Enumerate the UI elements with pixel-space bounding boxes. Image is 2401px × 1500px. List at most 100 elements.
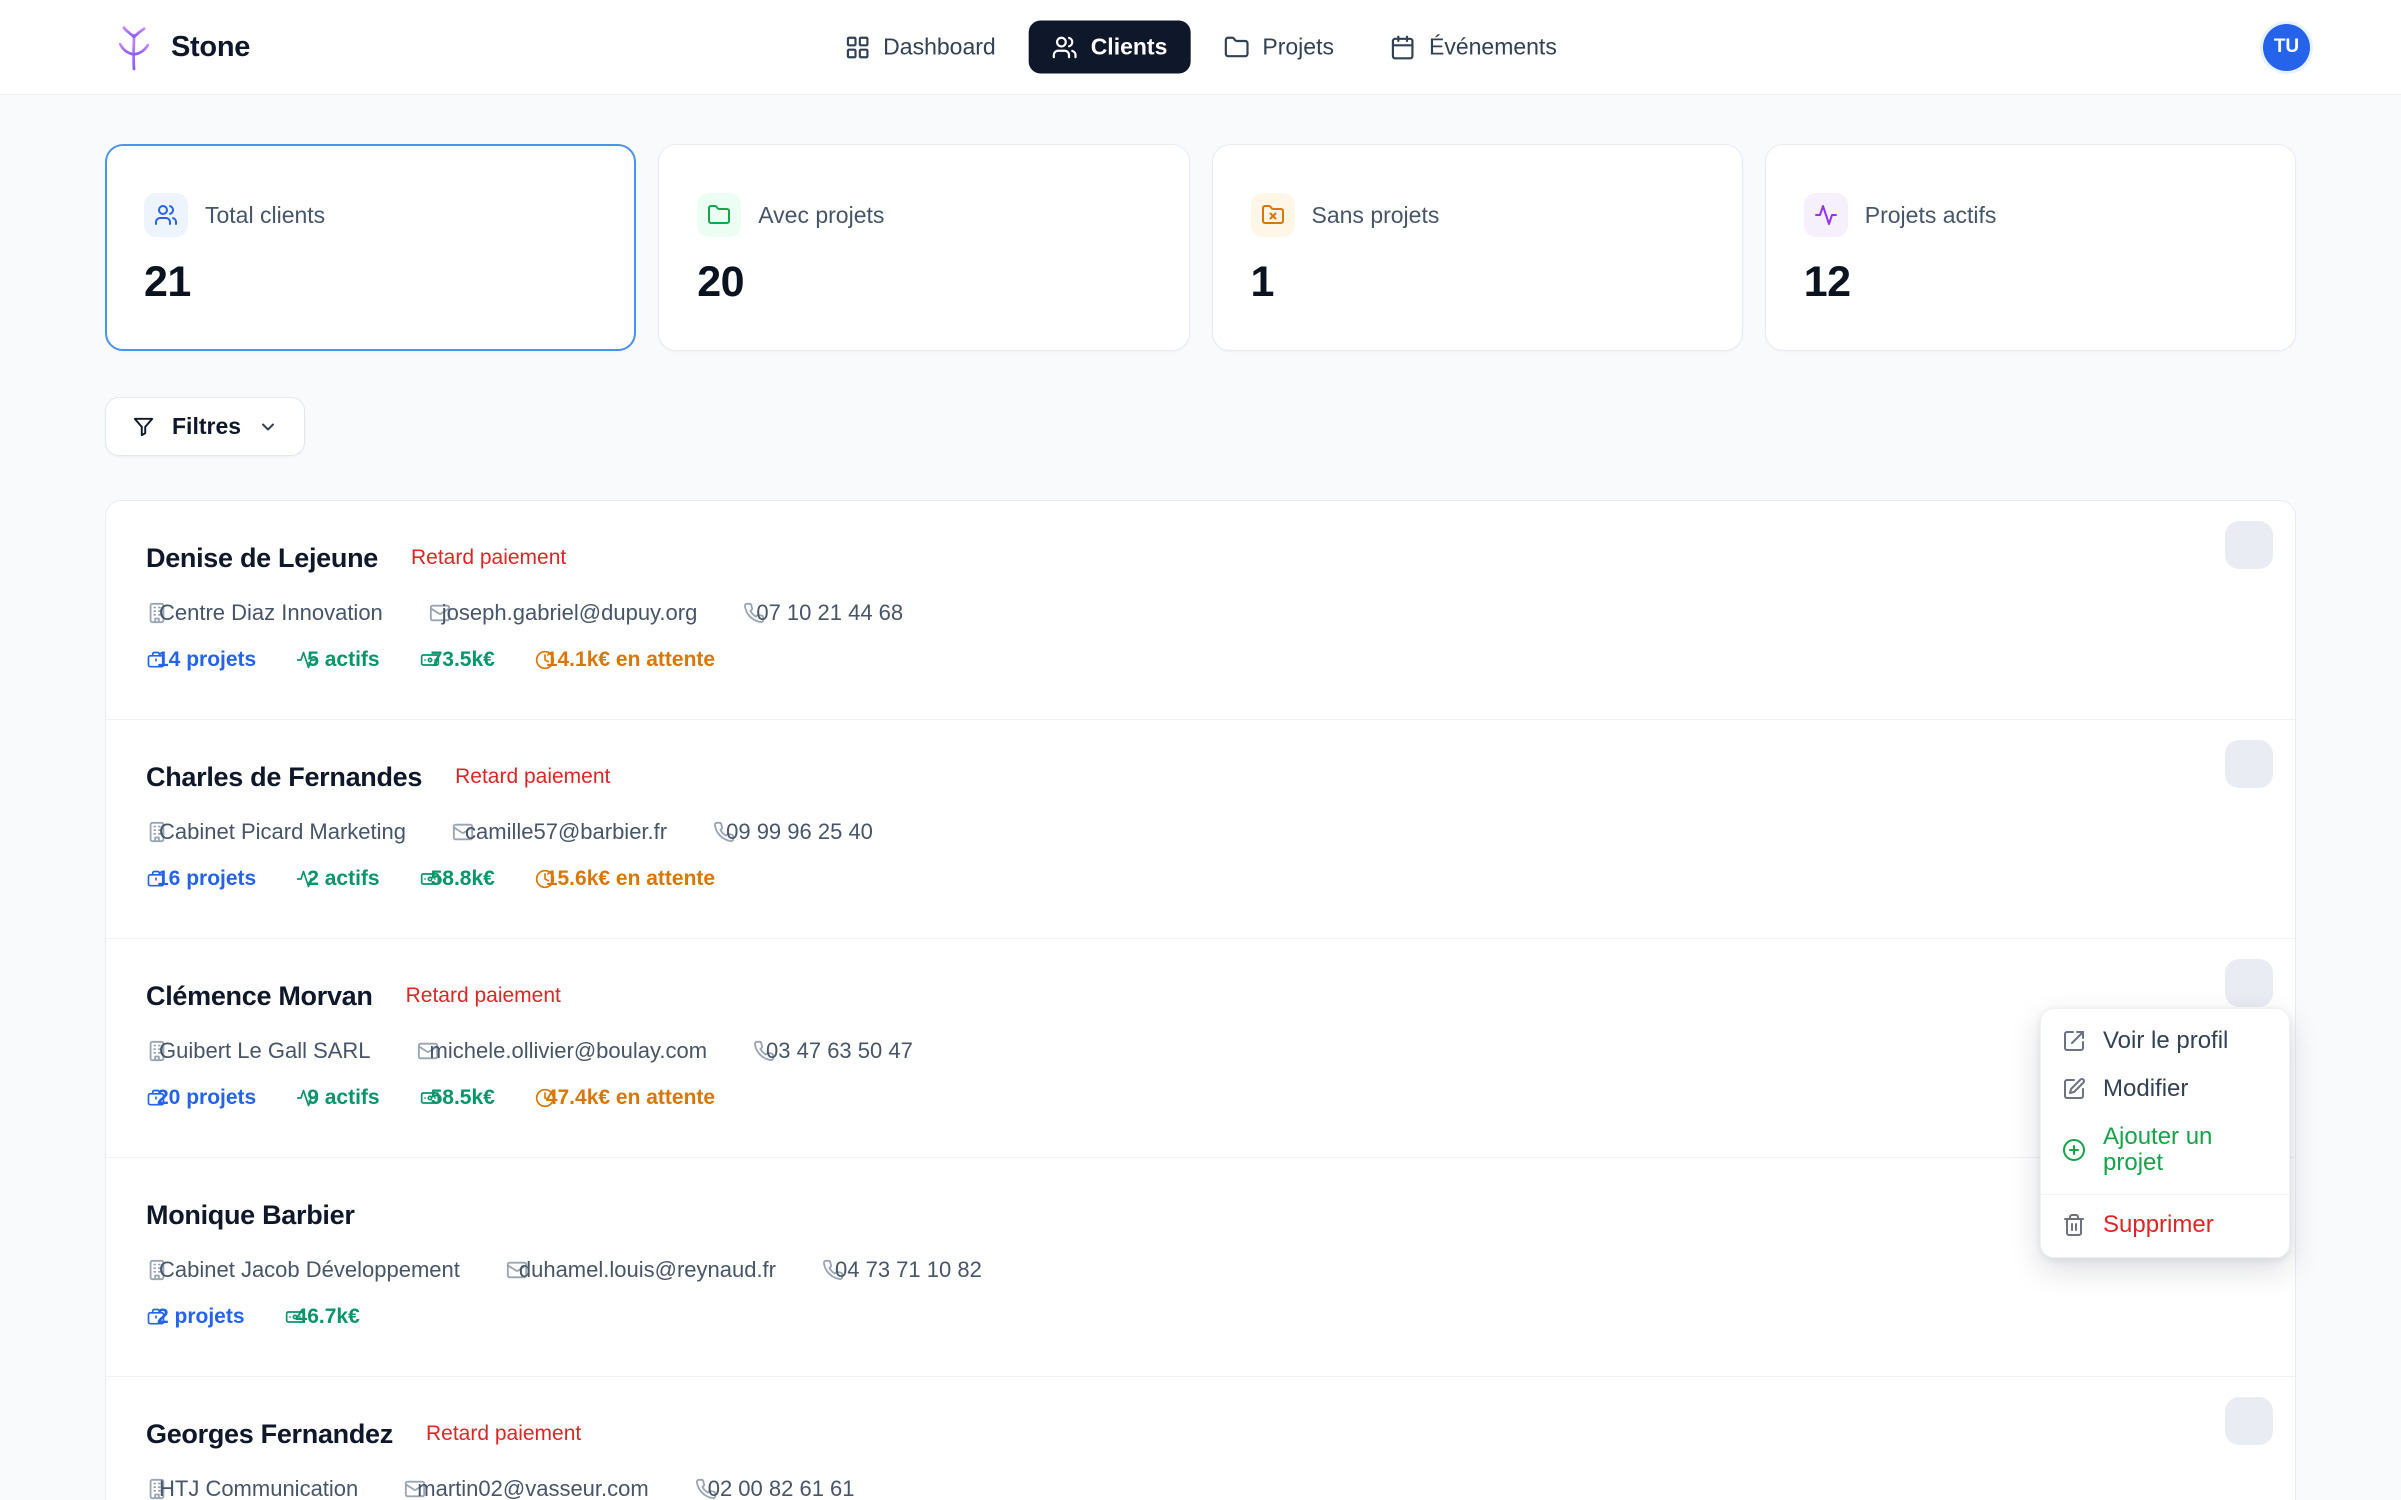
chevron-down-icon bbox=[258, 417, 278, 437]
client-phone: 07 10 21 44 68 bbox=[743, 599, 903, 627]
stats-row: Total clients 21 Avec projets 20 Sans pr… bbox=[105, 144, 2296, 351]
client-name: Georges Fernandez bbox=[146, 1417, 393, 1451]
row-actions-menu: Voir le profil Modifier Ajouter un proje… bbox=[2040, 1008, 2290, 1258]
nav-item-label: Projets bbox=[1262, 34, 1334, 61]
client-email: joseph.gabriel@dupuy.org bbox=[429, 599, 698, 627]
nav-item-label: Dashboard bbox=[883, 34, 996, 61]
external-link-icon bbox=[2062, 1029, 2086, 1053]
active-projects-chip: 5 actifs bbox=[296, 647, 379, 673]
client-email: michele.ollivier@boulay.com bbox=[417, 1037, 707, 1065]
stat-card[interactable]: Total clients 21 bbox=[105, 144, 636, 351]
stone-logo-icon bbox=[112, 21, 156, 73]
users-icon bbox=[154, 203, 178, 227]
payment-late-badge: Retard paiement bbox=[402, 546, 566, 570]
client-list: Denise de Lejeune Retard paiement Centre… bbox=[105, 500, 2296, 1500]
client-row: Charles de Fernandes Retard paiement Cab… bbox=[106, 719, 2295, 938]
menu-item-icon bbox=[2062, 1029, 2086, 1053]
client-company: Centre Diaz Innovation bbox=[146, 599, 383, 627]
nav-item-icon bbox=[1052, 34, 1078, 60]
folder-icon bbox=[1223, 34, 1249, 60]
stat-icon bbox=[697, 193, 741, 237]
row-actions-button[interactable] bbox=[2225, 740, 2273, 788]
filters-label: Filtres bbox=[172, 413, 241, 440]
client-row: Denise de Lejeune Retard paiement Centre… bbox=[106, 501, 2295, 719]
client-phone: 02 00 82 61 61 bbox=[695, 1475, 855, 1500]
menu-item-label: Ajouter un projet bbox=[2103, 1124, 2268, 1176]
chevron-down-icon bbox=[258, 417, 278, 437]
stat-label: Projets actifs bbox=[1865, 202, 1997, 229]
nav-item[interactable]: Dashboard bbox=[821, 21, 1019, 74]
stat-value: 12 bbox=[1804, 258, 2257, 307]
client-email: martin02@vasseur.com bbox=[404, 1475, 648, 1500]
nav-item-label: Clients bbox=[1091, 34, 1168, 61]
projects-chip: 14 projets bbox=[146, 647, 256, 673]
folder-x-icon bbox=[1261, 203, 1285, 227]
stat-icon bbox=[1804, 193, 1848, 237]
plus-circle-icon bbox=[2062, 1138, 2086, 1162]
edit-icon bbox=[2062, 1077, 2086, 1101]
app-header: Stone Dashboard Clients Projets Événemen… bbox=[0, 0, 2401, 95]
projects-chip: 20 projets bbox=[146, 1085, 256, 1111]
row-actions-button[interactable] bbox=[2225, 521, 2273, 569]
client-company: Cabinet Picard Marketing bbox=[146, 818, 406, 846]
nav-item[interactable]: Clients bbox=[1029, 21, 1191, 74]
client-phone: 09 99 96 25 40 bbox=[713, 818, 873, 846]
pending-amount-chip: 47.4k€ en attente bbox=[535, 1085, 715, 1111]
activity-icon bbox=[1814, 203, 1838, 227]
nav-item[interactable]: Projets bbox=[1200, 21, 1357, 74]
stat-label: Total clients bbox=[205, 202, 325, 229]
folder-icon bbox=[707, 203, 731, 227]
funnel-icon bbox=[132, 415, 155, 438]
client-phone: 04 73 71 10 82 bbox=[822, 1256, 982, 1284]
menu-item-icon bbox=[2062, 1077, 2086, 1101]
payment-late-badge: Retard paiement bbox=[417, 1422, 581, 1446]
main-nav: Dashboard Clients Projets Événements bbox=[821, 21, 1580, 74]
revenue-chip: 58.5k€ bbox=[420, 1085, 495, 1111]
stat-card[interactable]: Projets actifs 12 bbox=[1765, 144, 2296, 351]
brand-name: Stone bbox=[171, 31, 250, 64]
nav-item-icon bbox=[1223, 34, 1249, 60]
client-phone: 03 47 63 50 47 bbox=[753, 1037, 913, 1065]
filter-funnel-icon bbox=[132, 415, 155, 438]
menu-item-icon bbox=[2062, 1138, 2086, 1162]
client-company: HTJ Communication bbox=[146, 1475, 358, 1500]
revenue-chip: 73.5k€ bbox=[420, 647, 495, 673]
filters-button[interactable]: Filtres bbox=[105, 397, 305, 456]
menu-item[interactable]: Ajouter un projet bbox=[2041, 1113, 2289, 1187]
user-avatar[interactable]: TU bbox=[2263, 24, 2310, 71]
client-row: Monique Barbier Cabinet Jacob Développem… bbox=[106, 1157, 2295, 1376]
grid-icon bbox=[844, 34, 870, 60]
menu-item-label: Voir le profil bbox=[2103, 1028, 2228, 1054]
client-name: Denise de Lejeune bbox=[146, 541, 378, 575]
stat-value: 21 bbox=[144, 258, 597, 307]
stat-icon bbox=[144, 193, 188, 237]
stat-label: Avec projets bbox=[758, 202, 884, 229]
menu-item[interactable]: Modifier bbox=[2041, 1065, 2289, 1113]
projects-chip: 16 projets bbox=[146, 866, 256, 892]
stat-value: 1 bbox=[1251, 258, 1704, 307]
client-name: Clémence Morvan bbox=[146, 979, 373, 1013]
nav-item[interactable]: Événements bbox=[1367, 21, 1580, 74]
row-actions-button[interactable] bbox=[2225, 959, 2273, 1007]
stat-label: Sans projets bbox=[1312, 202, 1440, 229]
nav-item-label: Événements bbox=[1429, 34, 1557, 61]
menu-item-label: Supprimer bbox=[2103, 1212, 2214, 1238]
trash-icon bbox=[2062, 1213, 2086, 1237]
menu-item[interactable]: Voir le profil bbox=[2041, 1017, 2289, 1065]
stat-card[interactable]: Avec projets 20 bbox=[658, 144, 1189, 351]
payment-late-badge: Retard paiement bbox=[397, 984, 561, 1008]
stat-card[interactable]: Sans projets 1 bbox=[1212, 144, 1743, 351]
active-projects-chip: 2 actifs bbox=[296, 866, 379, 892]
client-row: Clémence Morvan Retard paiement Guibert … bbox=[106, 938, 2295, 1157]
client-company: Cabinet Jacob Développement bbox=[146, 1256, 460, 1284]
active-projects-chip: 9 actifs bbox=[296, 1085, 379, 1111]
calendar-icon bbox=[1390, 34, 1416, 60]
client-row: Georges Fernandez Retard paiement HTJ Co… bbox=[106, 1376, 2295, 1500]
row-actions-button[interactable] bbox=[2225, 1397, 2273, 1445]
main-content: Total clients 21 Avec projets 20 Sans pr… bbox=[0, 144, 2401, 1500]
nav-item-icon bbox=[844, 34, 870, 60]
menu-item[interactable]: Supprimer bbox=[2041, 1194, 2289, 1249]
brand[interactable]: Stone bbox=[112, 21, 250, 73]
client-company: Guibert Le Gall SARL bbox=[146, 1037, 371, 1065]
pending-amount-chip: 14.1k€ en attente bbox=[535, 647, 715, 673]
